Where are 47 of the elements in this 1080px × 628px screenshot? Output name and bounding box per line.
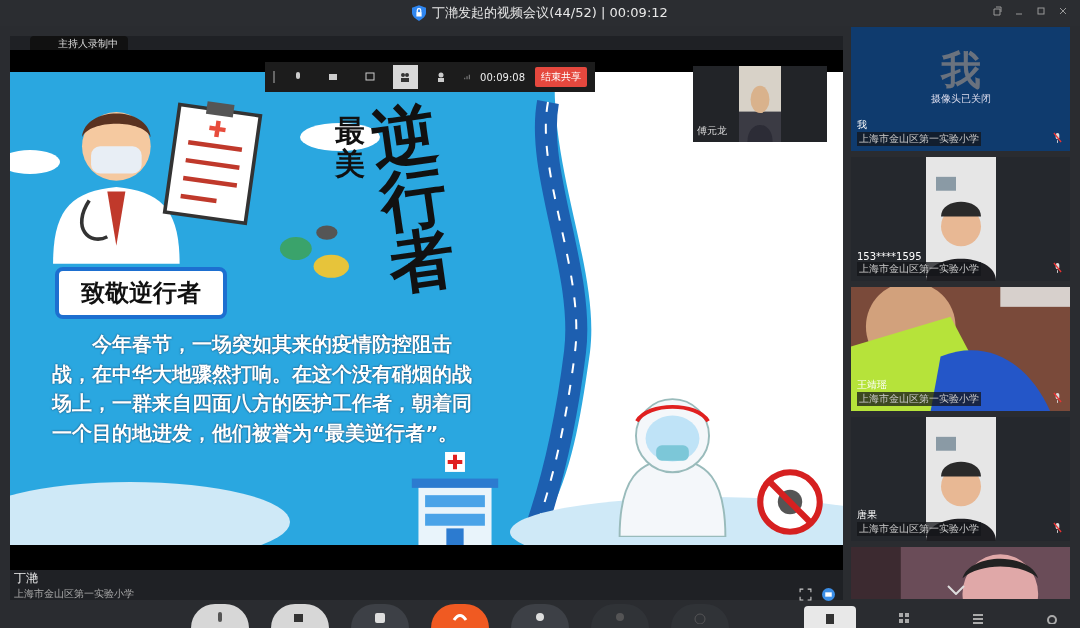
mic-button[interactable] <box>191 604 249 628</box>
list-icon <box>972 612 984 624</box>
participant-school: 上海市金山区第一实验小学 <box>857 132 981 146</box>
chat-icon[interactable] <box>822 588 835 601</box>
stop-share-button[interactable]: 结束共享 <box>535 67 587 87</box>
screen-icon <box>372 612 388 624</box>
presenter-name: 丁滟 <box>14 570 39 587</box>
drag-handle[interactable] <box>273 71 276 83</box>
camera-button[interactable] <box>271 604 329 628</box>
chevron-down-icon[interactable] <box>946 585 966 595</box>
screen-icon <box>363 71 376 83</box>
slide-banner: 致敬逆行者 <box>55 267 227 319</box>
video-tile[interactable]: 我 摄像头已关闭 我 上海市金山区第一实验小学 <box>851 27 1070 151</box>
avatar-letter: 我 <box>940 50 981 90</box>
window-title: 丁滟发起的视频会议(44/52) | 00:09:12 <box>432 4 668 22</box>
participant-name: 唐果 <box>857 508 878 522</box>
cloud-drawing <box>10 150 60 174</box>
hangup-button[interactable] <box>431 604 489 628</box>
participant-name: 王靖瑶 <box>857 378 888 392</box>
settings-icon <box>1046 612 1058 624</box>
slide-paragraph: 今年春节，一场突如其来的疫情防控阻击战，在中华大地骤然打响。在这个没有硝烟的战场上，一群来自四面八方的医护工作者，朝着同一个目的地进发，他们被誉为“最美逆行者”。 <box>52 331 472 447</box>
presenter-school: 上海市金山区第一实验小学 <box>14 587 134 601</box>
participant-name: 我 <box>857 118 868 132</box>
grid-icon <box>898 612 910 624</box>
participant-school: 上海市金山区第一实验小学 <box>857 522 981 536</box>
share-timer: 00:09:08 <box>480 71 525 83</box>
recording-label: 主持人录制中 <box>30 36 128 50</box>
share-button[interactable] <box>351 604 409 628</box>
shield-lock-icon <box>412 5 427 21</box>
participant-name: 153****1595 <box>857 251 923 262</box>
camera-off-label: 摄像头已关闭 <box>930 92 991 106</box>
restore-icon[interactable] <box>992 6 1002 16</box>
video-tile[interactable]: 153****1595 上海市金山区第一实验小学 <box>851 157 1070 281</box>
participant-school: 上海市金山区第一实验小学 <box>857 392 981 406</box>
members-button[interactable] <box>511 604 569 628</box>
video-tile[interactable]: 唐果 上海市金山区第一实验小学 <box>851 417 1070 541</box>
close-icon[interactable] <box>1058 6 1068 16</box>
participant-name: 傅元龙 <box>697 124 727 138</box>
slide-title: 逆行者 <box>367 95 461 297</box>
signal-icon <box>464 73 471 81</box>
speaker-view-tab[interactable] <box>804 606 856 628</box>
speaker-layout-icon <box>824 612 836 624</box>
fullscreen-icon[interactable] <box>799 588 812 601</box>
participant-school: 上海市金山区第一实验小学 <box>857 262 981 276</box>
camera-icon <box>327 71 340 83</box>
slide-subtitle: 最美 <box>335 114 365 180</box>
maximize-icon[interactable] <box>1036 6 1046 16</box>
